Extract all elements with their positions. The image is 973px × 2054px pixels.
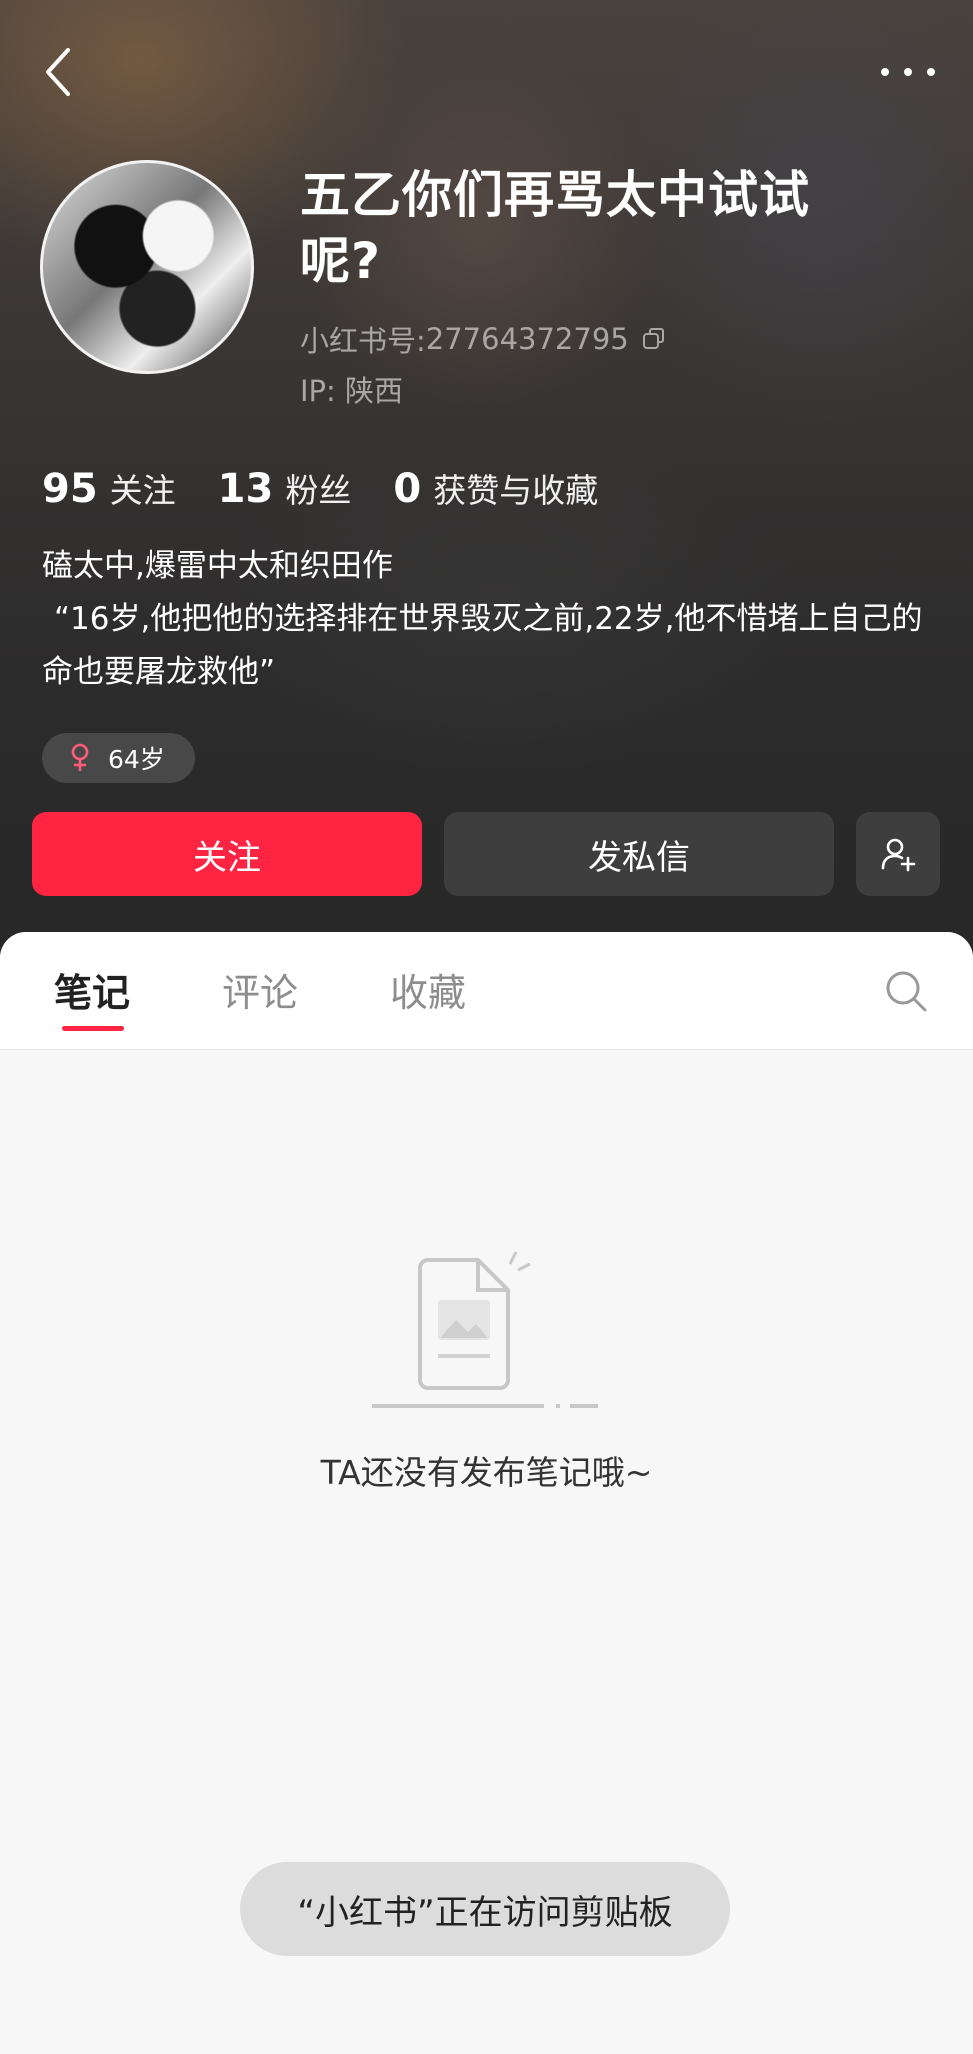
avatar[interactable]: [40, 160, 254, 374]
add-user-icon: [881, 838, 916, 872]
ip-label: IP:: [300, 374, 336, 408]
profile-bio: 磕太中,爆雷中太和织田作 “16岁,他把他的选择排在世界毁灭之前,22岁,他不惜…: [42, 540, 942, 699]
female-icon: [71, 743, 89, 771]
bio-quote: “16岁,他把他的选择排在世界毁灭之前,22岁,他不惜堵上自己的命也要屠龙救他”: [42, 601, 923, 690]
stat-label: 粉丝: [285, 471, 352, 510]
stat-label: 关注: [109, 471, 176, 510]
empty-note-icon: [372, 1251, 598, 1408]
clipboard-toast: “小红书”正在访问剪贴板: [240, 1862, 730, 1956]
stat-number: 13: [217, 466, 274, 512]
user-id-value: 27764372795: [425, 322, 629, 356]
stat-label: 获赞与收藏: [433, 471, 599, 510]
age-tag: 64岁: [42, 733, 195, 783]
empty-state-text: TA还没有发布笔记哦~: [320, 1453, 653, 1492]
add-friend-button[interactable]: [856, 812, 940, 896]
stat-followers[interactable]: 13 粉丝: [218, 464, 352, 512]
tab-bar: 笔记 评论 收藏: [0, 932, 973, 1050]
more-icon[interactable]: [881, 60, 935, 84]
tab-favorites[interactable]: 收藏: [390, 962, 466, 1017]
profile-stats: 95 关注 13 粉丝 0 获赞与收藏: [42, 464, 640, 512]
tab-notes[interactable]: 笔记: [54, 962, 130, 1017]
tab-comments[interactable]: 评论: [222, 962, 298, 1017]
copy-icon[interactable]: [641, 326, 667, 352]
follow-button[interactable]: 关注: [32, 812, 422, 896]
tab-active-indicator: [62, 1026, 124, 1031]
age-label: 64岁: [108, 745, 165, 774]
stat-following[interactable]: 95 关注: [42, 464, 176, 512]
bio-line: 磕太中,爆雷中太和织田作: [42, 548, 393, 584]
message-button[interactable]: 发私信: [444, 812, 834, 896]
user-id-label: 小红书号:: [300, 324, 426, 358]
back-icon[interactable]: [38, 44, 82, 100]
ip-value: 陕西: [345, 374, 404, 408]
stat-likes[interactable]: 0 获赞与收藏: [393, 464, 598, 512]
stat-number: 95: [42, 466, 98, 512]
profile-name: 五乙你们再骂太中试试呢?: [300, 166, 810, 290]
user-id: 小红书号: 27764372795: [300, 318, 667, 360]
profile-header: 五乙你们再骂太中试试呢? 小红书号: 27764372795 IP: 陕西 95…: [0, 0, 973, 960]
ip-location: IP: 陕西: [300, 368, 403, 410]
search-icon[interactable]: [883, 968, 929, 1014]
stat-number: 0: [393, 466, 422, 512]
